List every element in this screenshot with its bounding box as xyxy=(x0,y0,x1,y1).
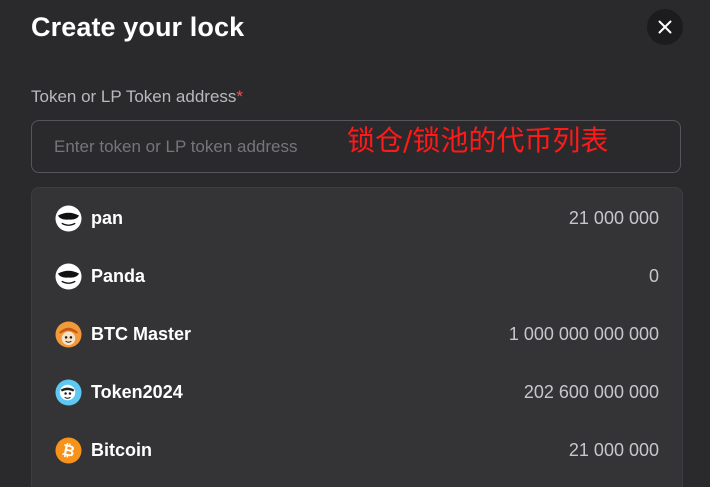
token-row[interactable]: pan 21 000 000 xyxy=(32,189,682,247)
panda-icon xyxy=(55,262,82,290)
token-amount: 21 000 000 xyxy=(568,207,659,228)
token-address-label: Token or LP Token address* xyxy=(31,87,243,107)
modal-title: Create your lock xyxy=(31,12,245,42)
token-name: BTC Master xyxy=(91,323,192,344)
bitcoin-icon: ₿ xyxy=(55,436,82,464)
btc-master-icon xyxy=(55,320,82,348)
token-amount: 202 600 000 000 xyxy=(523,381,659,402)
close-icon xyxy=(658,20,672,34)
required-mark: * xyxy=(236,87,244,106)
token-amount: 0 xyxy=(648,265,659,286)
token-name: Token2024 xyxy=(91,381,183,402)
token-row[interactable]: Panda 0 xyxy=(32,247,682,305)
token-name: Panda xyxy=(91,265,146,286)
token-address-label-text: Token or LP Token address xyxy=(31,87,237,106)
token-name: Bitcoin xyxy=(91,439,152,460)
token-row[interactable]: Token2024 202 600 000 000 xyxy=(32,363,682,421)
panda-icon xyxy=(55,204,82,232)
token-list: pan 21 000 000 Panda 0 BTC Master 1 000 xyxy=(31,187,683,487)
create-lock-modal: Create your lock Token or LP Token addre… xyxy=(0,0,710,487)
token-amount: 1 000 000 000 000 xyxy=(508,323,659,344)
token-amount: 21 000 000 xyxy=(568,439,659,460)
annotation-text: 锁仓/锁池的代币列表 xyxy=(347,124,609,157)
token-row[interactable]: ₿ Bitcoin 21 000 000 xyxy=(32,421,682,479)
token-name: pan xyxy=(91,207,124,228)
close-button[interactable] xyxy=(647,9,683,45)
token2024-icon xyxy=(55,378,82,406)
token-row[interactable]: BTC Master 1 000 000 000 000 xyxy=(32,305,682,363)
